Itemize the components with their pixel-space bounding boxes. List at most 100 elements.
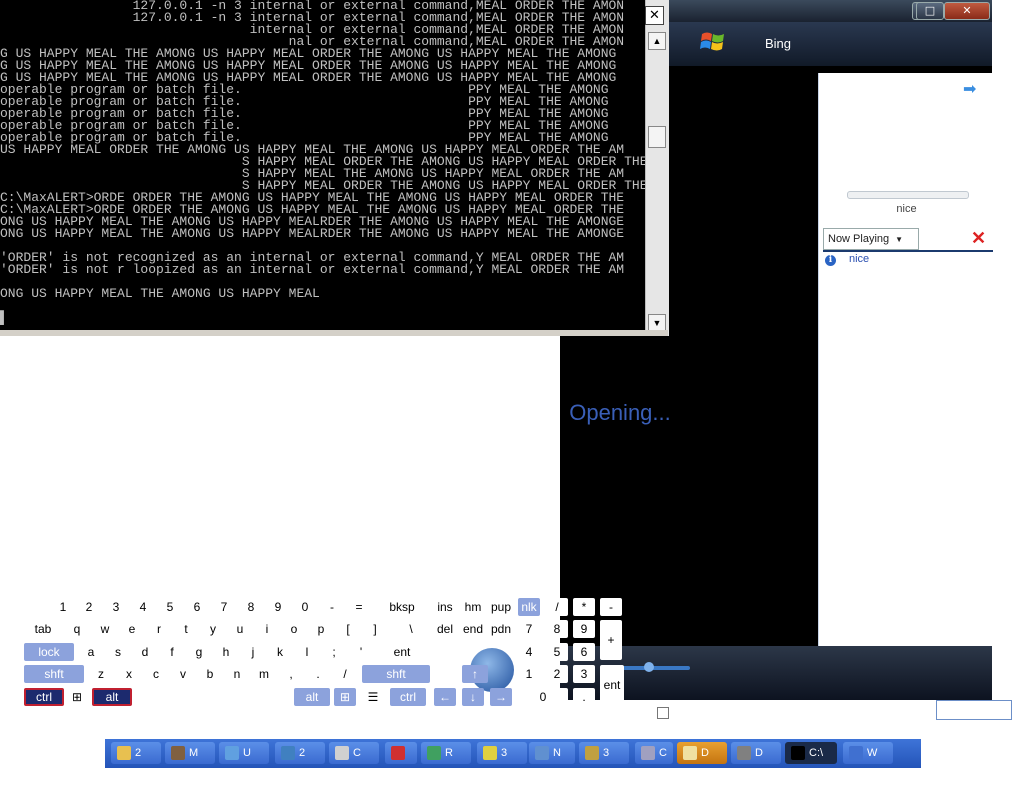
scroll-thumb[interactable] xyxy=(648,126,666,148)
key-/[interactable]: / xyxy=(334,665,356,683)
key-4[interactable]: 4 xyxy=(518,643,540,661)
key-;[interactable]: ; xyxy=(323,643,345,661)
key-4[interactable]: 4 xyxy=(132,598,154,616)
taskbar-button[interactable]: N xyxy=(529,742,575,764)
key-.[interactable]: . xyxy=(573,688,595,706)
key-a[interactable]: a xyxy=(80,643,102,661)
close-button[interactable]: ✕ xyxy=(944,2,990,20)
key--[interactable]: - xyxy=(321,598,343,616)
key-s[interactable]: s xyxy=(107,643,129,661)
key-p[interactable]: p xyxy=(310,620,332,638)
key-ctrl[interactable]: ctrl xyxy=(390,688,426,706)
key-c[interactable]: c xyxy=(145,665,167,683)
key-b[interactable]: b xyxy=(199,665,221,683)
key-8[interactable]: 8 xyxy=(546,620,568,638)
key-l[interactable]: l xyxy=(296,643,318,661)
playlist-item[interactable]: nice xyxy=(849,253,869,265)
key-o[interactable]: o xyxy=(283,620,305,638)
key-⊞[interactable]: ⊞ xyxy=(66,688,88,706)
key-x[interactable]: x xyxy=(118,665,140,683)
key-+[interactable]: + xyxy=(600,620,622,660)
taskbar-button[interactable]: D xyxy=(731,742,781,764)
key-.[interactable]: . xyxy=(307,665,329,683)
taskbar-button[interactable]: C xyxy=(635,742,673,764)
key-3[interactable]: 3 xyxy=(573,665,595,683)
key-0[interactable]: 0 xyxy=(294,598,316,616)
key-2[interactable]: 2 xyxy=(78,598,100,616)
key-5[interactable]: 5 xyxy=(159,598,181,616)
key-←[interactable]: ← xyxy=(434,688,456,706)
key-pup[interactable]: pup xyxy=(490,598,512,616)
maximize-button[interactable]: □ xyxy=(916,2,944,20)
key-m[interactable]: m xyxy=(253,665,275,683)
key-q[interactable]: q xyxy=(66,620,88,638)
key-w[interactable]: w xyxy=(94,620,116,638)
key-→[interactable]: → xyxy=(490,688,512,706)
key-e[interactable]: e xyxy=(121,620,143,638)
key-t[interactable]: t xyxy=(175,620,197,638)
key-\[interactable]: \ xyxy=(392,620,430,638)
key-*[interactable]: * xyxy=(573,598,595,616)
key-u[interactable]: u xyxy=(229,620,251,638)
taskbar-button[interactable]: C xyxy=(329,742,379,764)
clear-list-icon[interactable]: ✕ xyxy=(971,228,986,248)
key-k[interactable]: k xyxy=(269,643,291,661)
taskbar-button[interactable]: M xyxy=(165,742,215,764)
taskbar-button[interactable]: 2 xyxy=(111,742,161,764)
key-5[interactable]: 5 xyxy=(546,643,568,661)
key-end[interactable]: end xyxy=(462,620,484,638)
console-close-button[interactable]: ✕ xyxy=(645,6,664,25)
key-h[interactable]: h xyxy=(215,643,237,661)
key-space[interactable] xyxy=(134,688,288,706)
key-r[interactable]: r xyxy=(148,620,170,638)
key-n[interactable]: n xyxy=(226,665,248,683)
key-ent[interactable]: ent xyxy=(376,643,428,661)
key-alt[interactable]: alt xyxy=(294,688,330,706)
taskbar-button[interactable]: 2 xyxy=(275,742,325,764)
key-9[interactable]: 9 xyxy=(573,620,595,638)
dialog-button-edge[interactable] xyxy=(936,700,1012,720)
key-lock[interactable]: lock xyxy=(24,643,74,661)
key-=[interactable]: = xyxy=(348,598,370,616)
key-9[interactable]: 9 xyxy=(267,598,289,616)
key-1[interactable]: 1 xyxy=(52,598,74,616)
key-][interactable]: ] xyxy=(364,620,386,638)
volume-slider-knob[interactable] xyxy=(644,662,654,672)
key-j[interactable]: j xyxy=(242,643,264,661)
taskbar-button[interactable]: T. xyxy=(385,742,417,781)
key-y[interactable]: y xyxy=(202,620,224,638)
key-shft[interactable]: shft xyxy=(362,665,430,683)
key-del[interactable]: del xyxy=(434,620,456,638)
taskbar-button[interactable]: D xyxy=(677,742,727,764)
key-1[interactable]: 1 xyxy=(518,665,540,683)
key-8[interactable]: 8 xyxy=(240,598,262,616)
key-↓[interactable]: ↓ xyxy=(462,688,484,706)
taskbar-button[interactable]: U xyxy=(219,742,269,764)
key-7[interactable]: 7 xyxy=(213,598,235,616)
key-7[interactable]: 7 xyxy=(518,620,540,638)
key-6[interactable]: 6 xyxy=(186,598,208,616)
key-shft[interactable]: shft xyxy=(24,665,84,683)
key-d[interactable]: d xyxy=(134,643,156,661)
key-ins[interactable]: ins xyxy=(434,598,456,616)
key-pdn[interactable]: pdn xyxy=(490,620,512,638)
key-/[interactable]: / xyxy=(546,598,568,616)
key-,[interactable]: , xyxy=(280,665,302,683)
key-6[interactable]: 6 xyxy=(573,643,595,661)
key-↑[interactable]: ↑ xyxy=(462,665,488,683)
console-scrollbar[interactable]: ▲ ▼ xyxy=(645,0,669,336)
key-alt[interactable]: alt xyxy=(92,688,132,706)
key-f[interactable]: f xyxy=(161,643,183,661)
key-nlk[interactable]: nlk xyxy=(518,598,540,616)
key-hm[interactable]: hm xyxy=(462,598,484,616)
taskbar-button[interactable]: C:\ xyxy=(785,742,837,764)
key-tab[interactable]: tab xyxy=(24,620,62,638)
key-'[interactable]: ' xyxy=(350,643,372,661)
bing-tab[interactable]: Bing xyxy=(765,36,791,51)
key-2[interactable]: 2 xyxy=(546,665,568,683)
key-v[interactable]: v xyxy=(172,665,194,683)
taskbar-button[interactable]: R xyxy=(421,742,471,764)
taskbar-button[interactable]: W xyxy=(843,742,893,764)
taskbar-button[interactable]: 3 xyxy=(579,742,629,764)
key-bksp[interactable]: bksp xyxy=(376,598,428,616)
